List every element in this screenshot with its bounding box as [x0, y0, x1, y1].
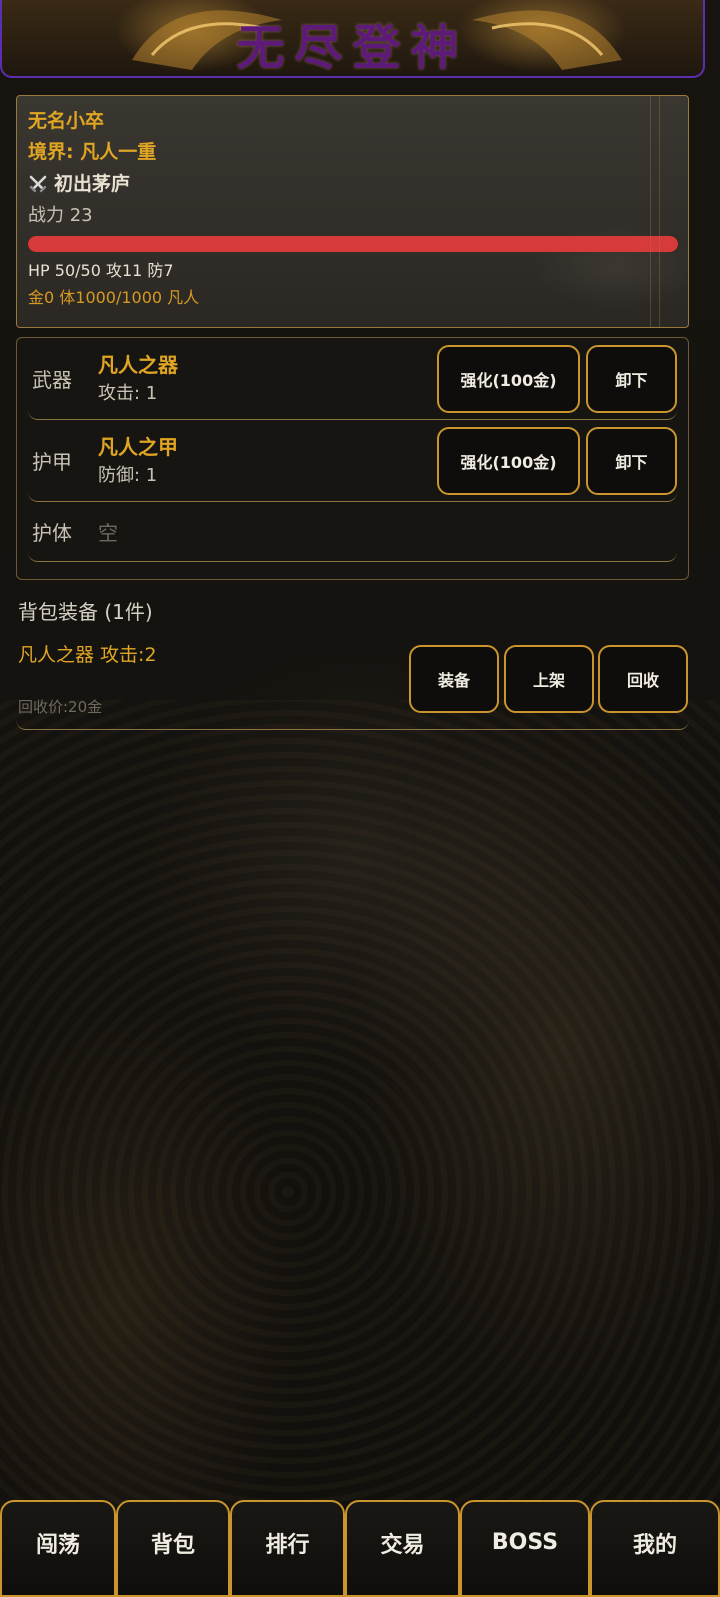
background-texture — [0, 700, 720, 1520]
nav-tab-explore[interactable]: 闯荡 — [0, 1500, 116, 1597]
equip-slot-weapon: 武器 凡人之器 攻击: 1 强化(100金) 卸下 — [28, 338, 677, 420]
player-resources: 金0 体1000/1000 凡人 — [28, 288, 200, 307]
nav-tab-ranking[interactable]: 排行 — [230, 1500, 345, 1597]
nav-tab-trade[interactable]: 交易 — [345, 1500, 460, 1597]
bag-item-name: 凡人之器 攻击:2 — [18, 644, 157, 666]
empty-slot-text: 空 — [98, 521, 118, 545]
unequip-button[interactable]: 卸下 — [586, 344, 677, 413]
item-stat: 攻击: 1 — [98, 382, 158, 404]
nav-tab-profile[interactable]: 我的 — [590, 1500, 720, 1597]
app-header: 无尽登神 — [0, 0, 705, 78]
upgrade-button[interactable]: 强化(100金) — [437, 426, 580, 495]
hp-bar-fill — [28, 236, 678, 252]
slot-label: 护甲 — [32, 450, 72, 474]
recycle-button[interactable]: 回收 — [598, 645, 688, 713]
item-name: 凡人之器 — [98, 352, 178, 377]
slot-label: 武器 — [32, 368, 72, 392]
upgrade-button[interactable]: 强化(100金) — [437, 344, 580, 413]
crossed-swords-icon — [29, 175, 47, 193]
item-name: 凡人之甲 — [98, 434, 178, 459]
app-title: 无尽登神 — [236, 20, 469, 76]
item-stat: 防御: 1 — [98, 464, 158, 486]
hp-bar — [28, 236, 678, 252]
nav-tab-bag[interactable]: 背包 — [116, 1500, 230, 1597]
equip-slot-armor: 护甲 凡人之甲 防御: 1 强化(100金) 卸下 — [28, 420, 677, 502]
unequip-button[interactable]: 卸下 — [586, 426, 677, 495]
list-for-sale-button[interactable]: 上架 — [504, 645, 594, 713]
equip-button[interactable]: 装备 — [409, 645, 499, 713]
bottom-nav: 闯荡 背包 排行 交易 BOSS 我的 — [0, 1500, 720, 1597]
player-stats: HP 50/50 攻11 防7 — [28, 261, 174, 280]
equip-slot-body: 护体 空 — [28, 502, 677, 562]
nav-tab-boss[interactable]: BOSS — [460, 1500, 590, 1597]
player-card: 无名小卒 境界: 凡人一重 初出茅庐 战力 23 HP 50/50 攻11 防7… — [16, 95, 689, 328]
bag-item-price: 回收价:20金 — [18, 698, 103, 716]
slot-label: 护体 — [32, 521, 72, 545]
honor-label: 初出茅庐 — [54, 173, 131, 195]
player-realm: 境界: 凡人一重 — [28, 141, 157, 163]
player-name: 无名小卒 — [28, 110, 105, 132]
player-power: 战力 23 — [28, 205, 93, 226]
player-honor: 初出茅庐 — [28, 168, 677, 200]
card-decoration — [650, 96, 660, 327]
bag-title: 背包装备 (1件) — [18, 600, 153, 624]
bag-item: 凡人之器 攻击:2 回收价:20金 装备 上架 回收 — [16, 636, 689, 730]
equipment-panel: 武器 凡人之器 攻击: 1 强化(100金) 卸下 护甲 凡人之甲 防御: 1 … — [16, 337, 689, 580]
